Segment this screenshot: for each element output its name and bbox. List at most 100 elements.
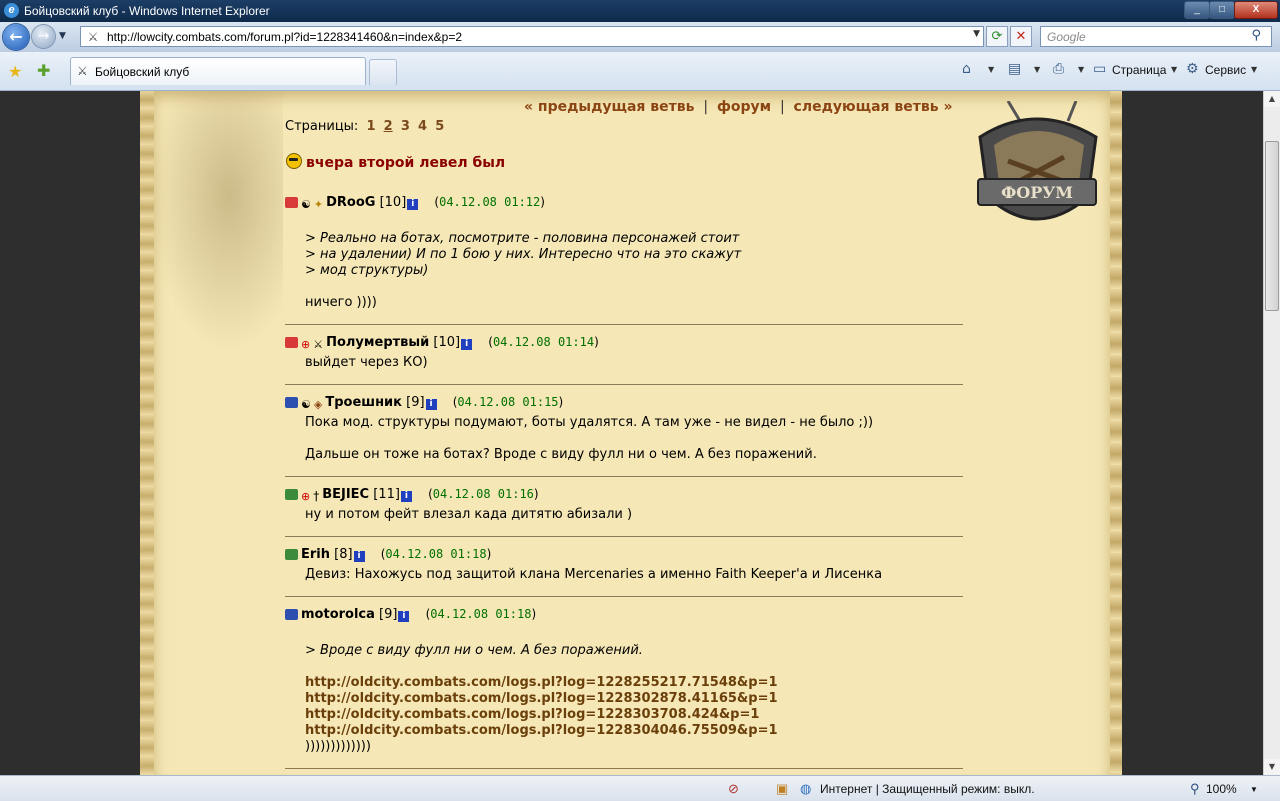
- post-text-line: Дальше он тоже на ботах? Вроде с виду фу…: [305, 447, 817, 462]
- thread-navigation: « предыдущая ветвь | форум | следующая в…: [524, 99, 953, 115]
- forum-post: motorolca [9] i (04.12.08 01:18) > Вроде …: [285, 607, 963, 755]
- home-icon[interactable]: ⌂: [962, 61, 971, 77]
- address-input[interactable]: ⚔ http://lowcity.combats.com/forum.pl?id…: [80, 26, 984, 47]
- privacy-icon[interactable]: ⊘: [728, 781, 739, 797]
- print-dropdown-icon[interactable]: ▼: [1078, 65, 1084, 74]
- protected-mode-icon[interactable]: ▣: [776, 781, 788, 797]
- stop-button[interactable]: ✕: [1010, 26, 1032, 47]
- post-time: (04.12.08 01:18): [380, 547, 492, 561]
- address-url-text[interactable]: http://lowcity.combats.com/forum.pl?id=1…: [107, 30, 462, 44]
- post-time: (04.12.08 01:14): [488, 335, 599, 349]
- search-input[interactable]: Google ⚲: [1040, 26, 1272, 47]
- forum-post: Erih [8] i (04.12.08 01:18) Девиз: Нахожу…: [285, 547, 963, 583]
- post-author[interactable]: BEJIEC: [322, 487, 369, 502]
- page-dropdown-icon[interactable]: ▼: [1171, 65, 1177, 74]
- zoom-level[interactable]: 100%: [1206, 782, 1237, 796]
- back-button[interactable]: ←: [3, 24, 29, 50]
- battle-log-link[interactable]: http://oldcity.combats.com/logs.pl?log=1…: [305, 707, 963, 723]
- address-dropdown-icon[interactable]: ▼: [973, 29, 980, 39]
- info-icon[interactable]: i: [353, 551, 365, 562]
- status-bar: ⊘ ▣ ◍ Интернет | Защищенный режим: выкл.…: [0, 775, 1280, 801]
- tools-menu-button[interactable]: Сервис: [1205, 63, 1246, 77]
- post-body: Девиз: Нахожусь под защитой клана Mercen…: [305, 567, 963, 583]
- cool-smiley-icon: [286, 153, 302, 169]
- page-link-1[interactable]: 1: [366, 119, 375, 134]
- info-icon[interactable]: i: [398, 611, 410, 622]
- info-icon[interactable]: i: [425, 399, 437, 410]
- clan-emblem-icon[interactable]: ✦: [314, 198, 323, 211]
- scroll-up-arrow-icon[interactable]: ▲: [1264, 91, 1280, 107]
- minimize-button[interactable]: _: [1184, 1, 1210, 19]
- post-author[interactable]: Полумертвый: [326, 335, 429, 350]
- post-header: ☯ ✦ DRooG [10] i (04.12.08 01:12): [285, 195, 963, 213]
- feeds-icon[interactable]: ▤: [1008, 61, 1021, 77]
- post-body: Пока мод. структуры подумают, боты удаля…: [305, 415, 963, 463]
- forward-arrow-icon: →: [37, 28, 50, 44]
- zoom-dropdown-icon[interactable]: ▼: [1250, 785, 1258, 794]
- page-link-2-current[interactable]: 2: [384, 119, 393, 134]
- search-icon[interactable]: ⚲: [1251, 28, 1261, 43]
- prev-thread-link[interactable]: « предыдущая ветвь: [524, 99, 694, 115]
- favorites-star-icon[interactable]: ★: [8, 62, 22, 81]
- post-text-line: ничего )))): [305, 295, 377, 310]
- nav-separator: |: [703, 99, 709, 115]
- recent-pages-dropdown[interactable]: ▼: [59, 31, 66, 41]
- alignment-icon: [285, 397, 298, 408]
- scroll-down-arrow-icon[interactable]: ▼: [1264, 759, 1280, 775]
- post-author-level: [8]: [334, 547, 353, 562]
- home-dropdown-icon[interactable]: ▼: [988, 65, 994, 74]
- post-author[interactable]: motorolca: [301, 607, 375, 622]
- info-icon[interactable]: i: [461, 339, 473, 350]
- post-author-level: [11]: [373, 487, 400, 502]
- tools-dropdown-icon[interactable]: ▼: [1251, 65, 1257, 74]
- internet-globe-icon: ◍: [800, 781, 812, 796]
- forward-button[interactable]: →: [32, 25, 55, 48]
- post-quote-line: > Вроде с виду фулл ни о чем. А без пора…: [305, 643, 643, 658]
- battle-log-link[interactable]: http://oldcity.combats.com/logs.pl?log=1…: [305, 691, 963, 707]
- info-icon[interactable]: i: [400, 491, 412, 502]
- next-thread-link[interactable]: следующая ветвь »: [794, 99, 953, 115]
- security-zone-text[interactable]: Интернет | Защищенный режим: выкл.: [820, 782, 1035, 796]
- clan-emblem-icon[interactable]: ◈: [314, 398, 322, 411]
- post-text-line: выйдет через КО): [305, 355, 428, 370]
- clan-cross-icon[interactable]: ⊕: [301, 338, 310, 351]
- post-divider: [285, 324, 963, 325]
- address-toolbar: ← → ▼ ⚔ http://lowcity.combats.com/forum…: [0, 22, 1280, 52]
- post-header: ⊕ † BEJIEC [11] i (04.12.08 01:16): [285, 487, 963, 505]
- post-author[interactable]: Троешник: [325, 395, 402, 410]
- post-text-line: Девиз: Нахожусь под защитой клана Mercen…: [305, 567, 883, 582]
- post-author[interactable]: DRooG: [326, 195, 375, 210]
- tab-active[interactable]: ⚔ Бойцовский клуб: [70, 57, 366, 85]
- print-icon[interactable]: ⎙: [1053, 61, 1064, 77]
- vertical-scrollbar[interactable]: ▲ ▼: [1263, 91, 1280, 775]
- maximize-button[interactable]: □: [1209, 1, 1235, 19]
- add-favorites-icon[interactable]: ✚: [37, 61, 50, 80]
- tab-favicon-icon: ⚔: [77, 64, 88, 78]
- page-menu-button[interactable]: Страница: [1112, 63, 1166, 77]
- alignment-icon: [285, 337, 298, 348]
- clan-cross-icon[interactable]: ⊕: [301, 490, 310, 503]
- scrollbar-thumb[interactable]: [1265, 141, 1279, 311]
- close-window-button[interactable]: X: [1234, 1, 1278, 19]
- battle-log-link[interactable]: http://oldcity.combats.com/logs.pl?log=1…: [305, 675, 963, 691]
- post-header: ⊕ ⚔ Полумертвый [10] i (04.12.08 01:14): [285, 335, 963, 353]
- forum-link[interactable]: форум: [717, 99, 771, 115]
- post-body: > Вроде с виду фулл ни о чем. А без пора…: [305, 643, 963, 755]
- page-link-5[interactable]: 5: [435, 119, 444, 134]
- refresh-button[interactable]: ⟳: [986, 26, 1008, 47]
- forum-emblem-logo[interactable]: ФОРУМ: [968, 101, 1104, 235]
- info-icon[interactable]: i: [407, 199, 419, 210]
- post-author[interactable]: Erih: [301, 547, 330, 562]
- page-link-3[interactable]: 3: [401, 119, 410, 134]
- page-link-4[interactable]: 4: [418, 119, 427, 134]
- battle-log-link[interactable]: http://oldcity.combats.com/logs.pl?log=1…: [305, 723, 963, 739]
- post-divider: [285, 384, 963, 385]
- post-time: (04.12.08 01:18): [425, 607, 537, 621]
- forum-post: ⊕ † BEJIEC [11] i (04.12.08 01:16) ну и пот…: [285, 487, 963, 523]
- new-tab-button[interactable]: [369, 59, 397, 85]
- window-title-bar: e Бойцовский клуб - Windows Internet Exp…: [0, 0, 1280, 22]
- feeds-dropdown-icon[interactable]: ▼: [1034, 65, 1040, 74]
- page-viewport: ФОРУМ « предыдущая ветвь | форум | следу…: [0, 91, 1263, 775]
- tab-toolbar: ★ ✚ ⚔ Бойцовский клуб ⌂ ▼ ▤ ▼ ⎙ ▼ ▭ Стра…: [0, 52, 1280, 91]
- alignment-icon: [285, 197, 298, 208]
